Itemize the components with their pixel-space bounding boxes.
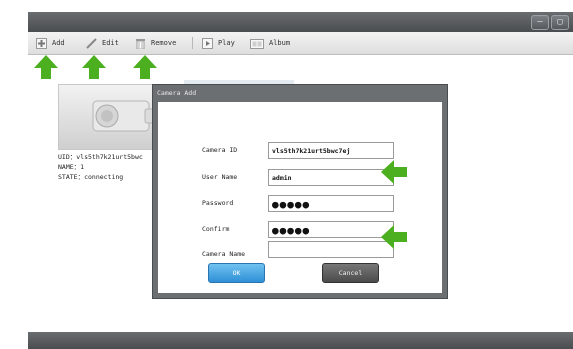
green-arrow-icon (381, 160, 407, 184)
minimize-button[interactable]: – (531, 15, 549, 30)
camera-name-label: Camera Name (202, 250, 246, 258)
edit-label: Edit (102, 39, 119, 47)
play-label: Play (218, 39, 235, 47)
play-button[interactable]: Play (202, 35, 235, 51)
state-row: STATE：connecting (58, 172, 143, 182)
remove-label: Remove (151, 39, 177, 47)
confirm-password-field[interactable]: ●●●●● (268, 221, 394, 238)
uid-label: UID： (58, 153, 77, 161)
password-label: Password (202, 199, 234, 207)
dialog-body: Camera ID vls5th7k21urt5bwc7ej User Name… (158, 102, 442, 293)
green-arrow-icon (133, 55, 157, 79)
remove-icon (135, 38, 146, 49)
toolbar-divider (192, 37, 193, 49)
name-value: 1 (80, 163, 85, 171)
user-name-field[interactable]: admin (268, 169, 394, 186)
password-field[interactable]: ●●●●● (268, 195, 394, 212)
camera-id-label: Camera ID (202, 146, 238, 154)
toolbar: Add Edit Remove Play Album (28, 32, 573, 55)
state-value: connecting (84, 173, 124, 181)
ok-button[interactable]: OK (208, 263, 265, 283)
state-label: STATE： (58, 173, 85, 181)
name-row: NAME：1 (58, 162, 143, 172)
confirm-label: Confirm (202, 225, 230, 233)
dialog-title: Camera Add (157, 89, 197, 97)
remove-button[interactable]: Remove (135, 35, 176, 51)
camera-info: UID：vls5th7k21urt5bwc NAME：1 STATE：conne… (58, 152, 143, 182)
green-arrow-icon (381, 225, 407, 249)
play-icon (202, 37, 213, 49)
uid-value: vls5th7k21urt5bwc (76, 153, 143, 161)
edit-button[interactable]: Edit (86, 35, 119, 51)
album-label: Album (269, 39, 291, 47)
add-button[interactable]: Add (36, 35, 65, 51)
camera-id-field[interactable]: vls5th7k21urt5bwc7ej (268, 142, 394, 159)
add-label: Add (52, 39, 65, 47)
uid-row: UID：vls5th7k21urt5bwc (58, 152, 143, 162)
album-button[interactable]: Album (250, 35, 290, 51)
camera-name-field[interactable] (268, 241, 394, 258)
camera-add-dialog: Camera Add Camera ID vls5th7k21urt5bwc7e… (152, 84, 448, 299)
status-bar (28, 332, 573, 349)
app-window: – ▢ Add Edit Remove Play Album UID：vls5t… (28, 0, 573, 349)
title-bar: – ▢ (28, 12, 573, 32)
add-icon (36, 37, 47, 49)
cancel-button[interactable]: Cancel (322, 263, 379, 283)
green-arrow-icon (34, 55, 58, 79)
edit-icon (86, 37, 97, 49)
restore-button[interactable]: ▢ (551, 15, 569, 30)
green-arrow-icon (82, 55, 106, 79)
user-name-label: User Name (202, 173, 238, 181)
album-icon (250, 38, 264, 49)
name-label: NAME： (58, 163, 81, 171)
